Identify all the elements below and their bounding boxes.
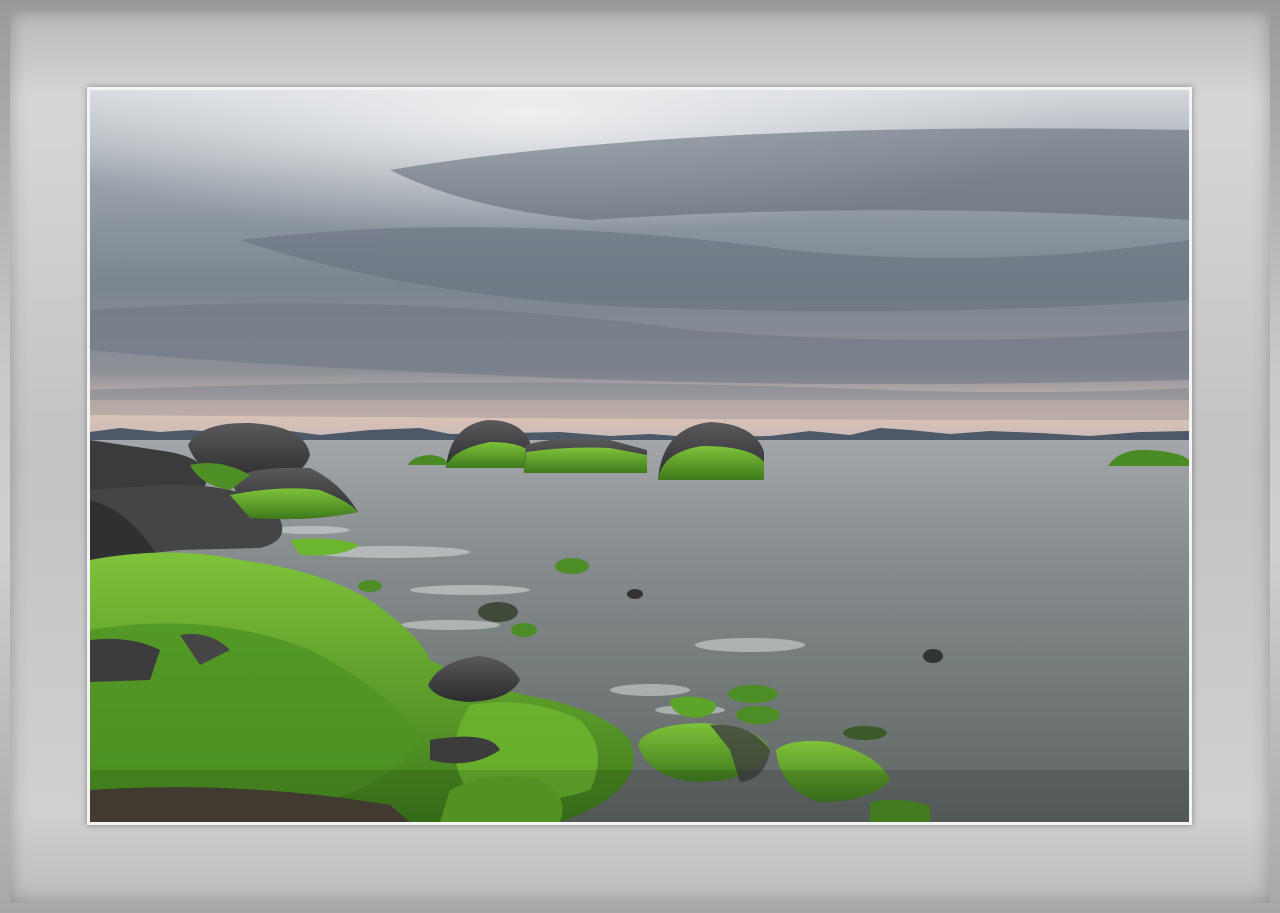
seascape-svg [90, 90, 1189, 822]
vignette [90, 770, 1189, 822]
seascape-photo [90, 90, 1189, 822]
